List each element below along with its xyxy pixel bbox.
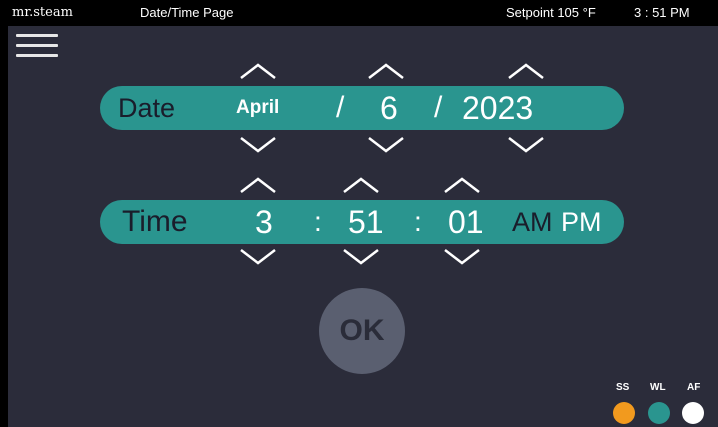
indicator-dot-ss	[613, 402, 635, 424]
minute-down-chevron-down-icon[interactable]	[341, 248, 381, 266]
minute-up-chevron-up-icon[interactable]	[341, 176, 381, 194]
date-separator: /	[434, 91, 443, 124]
month-up-chevron-up-icon[interactable]	[238, 62, 278, 80]
time-separator: :	[414, 206, 422, 237]
date-label: Date	[118, 93, 176, 123]
hour-down-chevron-down-icon[interactable]	[238, 248, 278, 266]
second-down-chevron-down-icon[interactable]	[442, 248, 482, 266]
hamburger-menu-icon[interactable]	[16, 34, 58, 60]
month-down-chevron-down-icon[interactable]	[238, 136, 278, 154]
indicator-dot-af	[682, 402, 704, 424]
page-title: Date/Time Page	[140, 5, 234, 20]
date-row: Date April / 6 / 2023	[100, 86, 624, 130]
pm-toggle[interactable]: PM	[561, 200, 602, 244]
screen: mr.steam Date/Time Page Setpoint 105 °F …	[8, 0, 718, 427]
clock-readout: 3 : 51 PM	[634, 5, 690, 20]
day-up-chevron-up-icon[interactable]	[366, 62, 406, 80]
setpoint-readout: Setpoint 105 °F	[506, 5, 596, 20]
second-up-chevron-up-icon[interactable]	[442, 176, 482, 194]
minute-value[interactable]: 51	[348, 200, 384, 244]
year-down-chevron-down-icon[interactable]	[506, 136, 546, 154]
status-bar: mr.steam Date/Time Page Setpoint 105 °F …	[8, 0, 718, 26]
hour-up-chevron-up-icon[interactable]	[238, 176, 278, 194]
day-value[interactable]: 6	[380, 86, 398, 130]
day-down-chevron-down-icon[interactable]	[366, 136, 406, 154]
time-label: Time	[122, 205, 188, 238]
brand-logo: mr.steam	[12, 5, 73, 20]
time-row: Time 3 : 51 : 01 AM PM	[100, 200, 624, 244]
indicator-label-af: AF	[687, 382, 701, 393]
second-value[interactable]: 01	[448, 200, 484, 244]
time-separator: :	[314, 206, 322, 237]
year-up-chevron-up-icon[interactable]	[506, 62, 546, 80]
hour-value[interactable]: 3	[255, 200, 273, 244]
am-toggle[interactable]: AM	[512, 200, 553, 244]
ok-button[interactable]: OK	[319, 288, 405, 374]
indicator-label-ss: SS	[616, 382, 630, 393]
month-value[interactable]: April	[236, 86, 279, 130]
indicator-dot-wl	[648, 402, 670, 424]
year-value[interactable]: 2023	[462, 86, 533, 130]
date-separator: /	[336, 91, 345, 124]
indicator-label-wl: WL	[650, 382, 666, 393]
